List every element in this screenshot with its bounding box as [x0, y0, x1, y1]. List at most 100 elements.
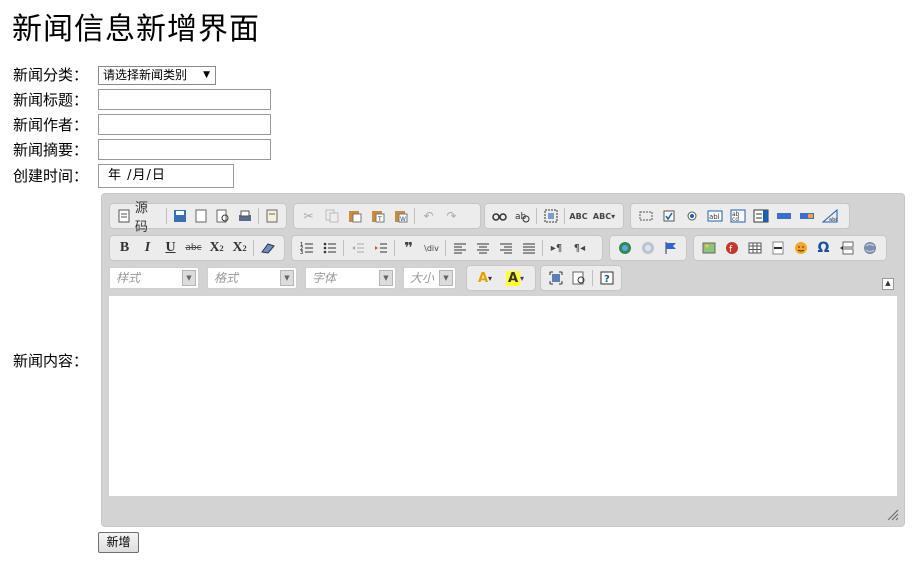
link-icon[interactable] [613, 238, 636, 258]
title-input[interactable] [98, 89, 271, 110]
author-label: 新闻作者： [13, 116, 89, 134]
size-combo[interactable]: 大小 ▼ [403, 267, 456, 289]
textarea-icon[interactable]: ab cd [726, 206, 749, 226]
hr-icon[interactable] [766, 238, 789, 258]
superscript-icon[interactable]: X2 [228, 238, 251, 258]
bold-icon[interactable]: B [113, 238, 136, 258]
redo-icon[interactable]: ↷ [440, 206, 463, 226]
flash-icon[interactable]: f [720, 238, 743, 258]
copy-icon[interactable] [320, 206, 343, 226]
hiddenfield-icon[interactable]: abc [818, 206, 841, 226]
toolbar-group-links [609, 235, 687, 261]
select-icon[interactable] [749, 206, 772, 226]
paste-word-icon[interactable]: W [389, 206, 412, 226]
add-button[interactable]: 新增 [98, 532, 139, 553]
title-label: 新闻标题： [13, 91, 89, 109]
align-center-icon[interactable] [471, 238, 494, 258]
strike-icon[interactable]: abc [182, 238, 205, 258]
toolbar-separator [564, 208, 565, 224]
subscript-icon[interactable]: X2 [205, 238, 228, 258]
anchor-icon[interactable] [659, 238, 682, 258]
radio-icon[interactable] [680, 206, 703, 226]
print-icon[interactable] [234, 206, 256, 226]
svg-text:cd: cd [732, 216, 739, 223]
toolbar-group-paragraph: 123 ❞ \div ▸¶ ¶◂ [291, 235, 603, 261]
toolbar-group-clipboard: ✂ T W ↶ ↷ [293, 203, 481, 229]
summary-input[interactable] [98, 139, 271, 160]
maximize-icon[interactable] [544, 268, 567, 288]
rich-text-editor: 源码 ✂ T W ↶ ↷ ab ABC ABC▾ abl ab cd abc B… [101, 193, 905, 527]
justify-icon[interactable] [517, 238, 540, 258]
templates-icon[interactable] [261, 206, 283, 226]
underline-icon[interactable]: U [159, 238, 182, 258]
iframe-icon[interactable] [858, 238, 881, 258]
bg-color-icon[interactable]: A ▾ [500, 268, 530, 288]
scayt-icon[interactable]: ABC▾ [590, 206, 618, 226]
imagebutton-icon[interactable] [795, 206, 818, 226]
toolbar-separator [592, 270, 593, 286]
font-combo-label: 字体 [312, 271, 337, 285]
bulleted-list-icon[interactable] [318, 238, 341, 258]
undo-icon[interactable]: ↶ [417, 206, 440, 226]
find-icon[interactable] [488, 206, 511, 226]
special-char-icon[interactable]: Ω [812, 238, 835, 258]
align-left-icon[interactable] [448, 238, 471, 258]
page-title: 新闻信息新增界面 [12, 12, 260, 47]
paste-icon[interactable] [343, 206, 366, 226]
rtl-icon[interactable]: ¶◂ [568, 238, 591, 258]
save-icon[interactable] [169, 206, 191, 226]
svg-text:abl: abl [709, 213, 720, 221]
svg-text:abc: abc [829, 217, 838, 223]
numbered-list-icon[interactable]: 123 [295, 238, 318, 258]
select-all-icon[interactable] [539, 206, 562, 226]
toolbar-group-forms: abl ab cd abc [630, 203, 850, 229]
format-combo-label: 格式 [214, 271, 239, 285]
author-input[interactable] [98, 114, 271, 135]
newpage-icon[interactable] [191, 206, 213, 226]
category-label: 新闻分类： [13, 66, 89, 84]
combo-arrow-icon: ▼ [379, 270, 393, 286]
preview-icon[interactable] [212, 206, 234, 226]
text-color-icon[interactable]: A ▾ [470, 268, 500, 288]
outdent-icon[interactable] [346, 238, 369, 258]
format-combo[interactable]: 格式 ▼ [207, 267, 297, 289]
italic-icon[interactable]: I [136, 238, 159, 258]
align-right-icon[interactable] [494, 238, 517, 258]
smiley-icon[interactable] [789, 238, 812, 258]
editor-content-area[interactable] [109, 296, 897, 496]
cut-icon[interactable]: ✂ [297, 206, 320, 226]
toolbar-group-insert: f Ω [693, 235, 887, 261]
resize-handle-icon[interactable] [887, 509, 899, 521]
remove-format-icon[interactable] [256, 238, 279, 258]
form-icon[interactable] [634, 206, 657, 226]
summary-label: 新闻摘要： [13, 141, 89, 159]
category-select[interactable]: 请选择新闻类别 ▼ [98, 66, 216, 85]
svg-text:ab: ab [515, 212, 527, 222]
combo-arrow-icon: ▼ [439, 270, 453, 286]
created-time-label: 创建时间： [13, 167, 89, 185]
show-blocks-icon[interactable] [567, 268, 590, 288]
created-time-input[interactable]: 年 /月/日 [98, 164, 234, 188]
unlink-icon[interactable] [636, 238, 659, 258]
paste-text-icon[interactable]: T [366, 206, 389, 226]
style-combo[interactable]: 样式 ▼ [109, 267, 199, 289]
pagebreak-icon[interactable] [835, 238, 858, 258]
replace-icon[interactable]: ab [511, 206, 534, 226]
about-icon[interactable]: ? [595, 268, 618, 288]
document-icon[interactable] [113, 206, 135, 226]
checkbox-icon[interactable] [657, 206, 680, 226]
source-button[interactable]: 源码 [135, 197, 160, 235]
spellcheck-icon[interactable]: ABC [567, 206, 590, 226]
div-icon[interactable]: \div [420, 238, 443, 258]
font-combo[interactable]: 字体 ▼ [305, 267, 396, 289]
ltr-icon[interactable]: ▸¶ [545, 238, 568, 258]
table-icon[interactable] [743, 238, 766, 258]
textfield-icon[interactable]: abl [703, 206, 726, 226]
image-icon[interactable] [697, 238, 720, 258]
indent-icon[interactable] [369, 238, 392, 258]
button-icon[interactable] [772, 206, 795, 226]
blockquote-icon[interactable]: ❞ [397, 238, 420, 258]
size-combo-label: 大小 [410, 271, 435, 285]
collapse-toolbar-icon[interactable]: ▲ [882, 278, 894, 290]
svg-text:W: W [400, 216, 406, 223]
